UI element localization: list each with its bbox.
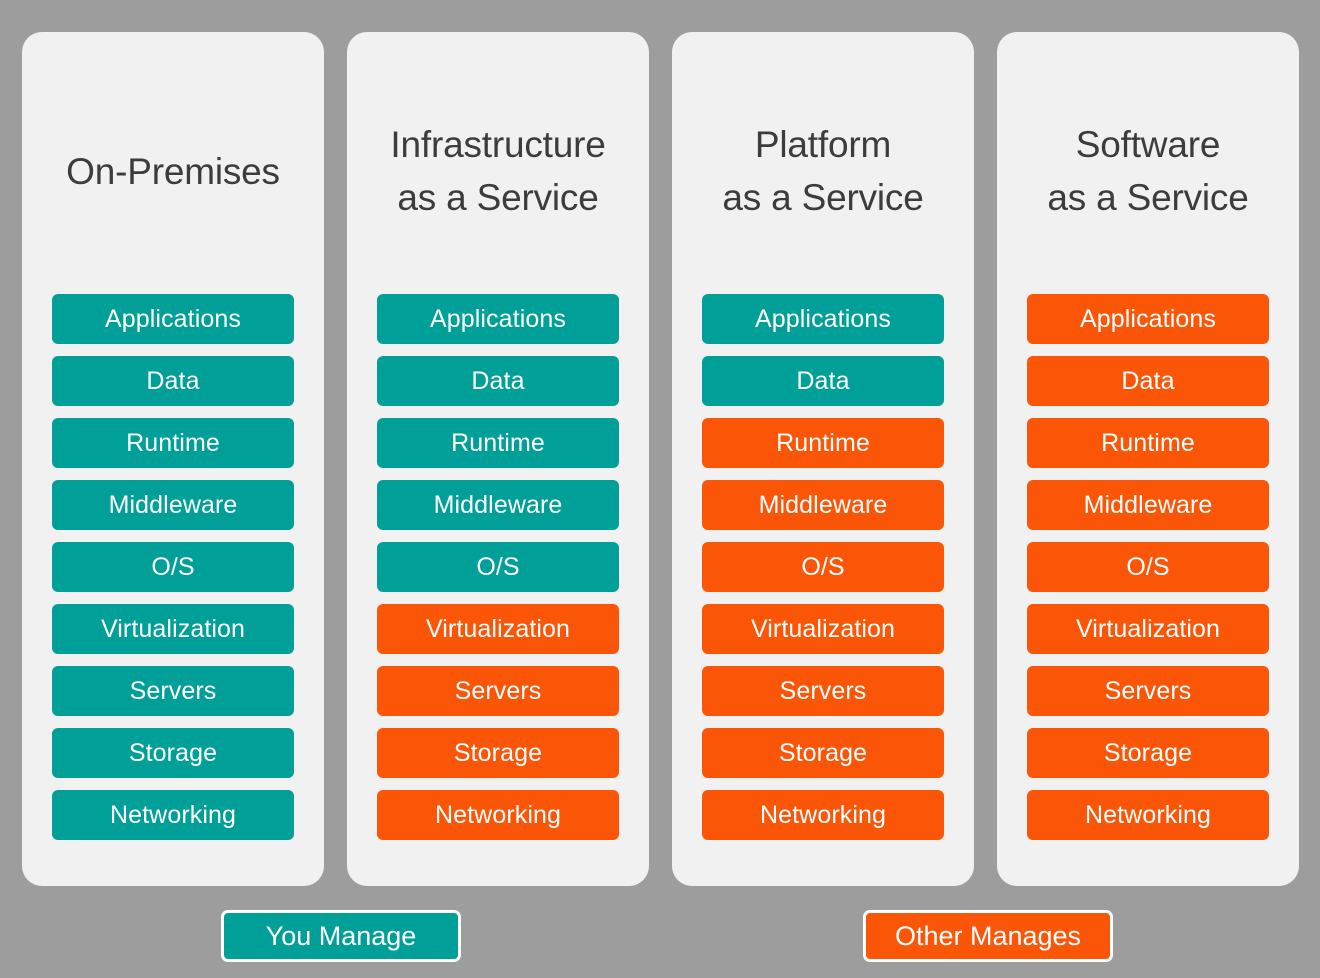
legend-other-manages: Other Manages bbox=[863, 910, 1113, 962]
layer-data: Data bbox=[1027, 356, 1269, 406]
layer-networking: Networking bbox=[702, 790, 944, 840]
column-card-on-premises: On-Premises Applications Data Runtime Mi… bbox=[22, 32, 324, 886]
column-card-software-as-a-service: Software as a Service Applications Data … bbox=[997, 32, 1299, 886]
layer-runtime: Runtime bbox=[52, 418, 294, 468]
column-title-software-as-a-service: Software as a Service bbox=[1047, 124, 1249, 218]
layer-networking: Networking bbox=[377, 790, 619, 840]
layer-networking: Networking bbox=[1027, 790, 1269, 840]
layer-stack-platform-as-a-service: Applications Data Runtime Middleware O/S… bbox=[702, 294, 944, 840]
layer-virtualization: Virtualization bbox=[377, 604, 619, 654]
layer-data: Data bbox=[702, 356, 944, 406]
legend-you-manage: You Manage bbox=[221, 910, 461, 962]
layer-os: O/S bbox=[1027, 542, 1269, 592]
layer-storage: Storage bbox=[52, 728, 294, 778]
layer-storage: Storage bbox=[702, 728, 944, 778]
column-title-platform-as-a-service: Platform as a Service bbox=[722, 124, 924, 218]
layer-runtime: Runtime bbox=[377, 418, 619, 468]
layer-servers: Servers bbox=[377, 666, 619, 716]
layer-stack-software-as-a-service: Applications Data Runtime Middleware O/S… bbox=[1027, 294, 1269, 840]
layer-applications: Applications bbox=[1027, 294, 1269, 344]
layer-virtualization: Virtualization bbox=[702, 604, 944, 654]
layer-applications: Applications bbox=[377, 294, 619, 344]
layer-runtime: Runtime bbox=[702, 418, 944, 468]
layer-middleware: Middleware bbox=[702, 480, 944, 530]
column-card-platform-as-a-service: Platform as a Service Applications Data … bbox=[672, 32, 974, 886]
layer-os: O/S bbox=[702, 542, 944, 592]
diagram-canvas: On-Premises Applications Data Runtime Mi… bbox=[0, 0, 1320, 978]
layer-virtualization: Virtualization bbox=[1027, 604, 1269, 654]
layer-data: Data bbox=[52, 356, 294, 406]
layer-servers: Servers bbox=[52, 666, 294, 716]
column-card-infrastructure-as-a-service: Infrastructure as a Service Applications… bbox=[347, 32, 649, 886]
layer-virtualization: Virtualization bbox=[52, 604, 294, 654]
layer-applications: Applications bbox=[702, 294, 944, 344]
layer-middleware: Middleware bbox=[1027, 480, 1269, 530]
layer-storage: Storage bbox=[1027, 728, 1269, 778]
layer-data: Data bbox=[377, 356, 619, 406]
layer-runtime: Runtime bbox=[1027, 418, 1269, 468]
layer-servers: Servers bbox=[1027, 666, 1269, 716]
layer-os: O/S bbox=[52, 542, 294, 592]
layer-middleware: Middleware bbox=[52, 480, 294, 530]
layer-middleware: Middleware bbox=[377, 480, 619, 530]
layer-stack-infrastructure-as-a-service: Applications Data Runtime Middleware O/S… bbox=[377, 294, 619, 840]
layer-stack-on-premises: Applications Data Runtime Middleware O/S… bbox=[52, 294, 294, 840]
layer-storage: Storage bbox=[377, 728, 619, 778]
column-title-infrastructure-as-a-service: Infrastructure as a Service bbox=[390, 124, 606, 218]
layer-servers: Servers bbox=[702, 666, 944, 716]
layer-os: O/S bbox=[377, 542, 619, 592]
layer-applications: Applications bbox=[52, 294, 294, 344]
layer-networking: Networking bbox=[52, 790, 294, 840]
column-title-on-premises: On-Premises bbox=[66, 151, 280, 192]
